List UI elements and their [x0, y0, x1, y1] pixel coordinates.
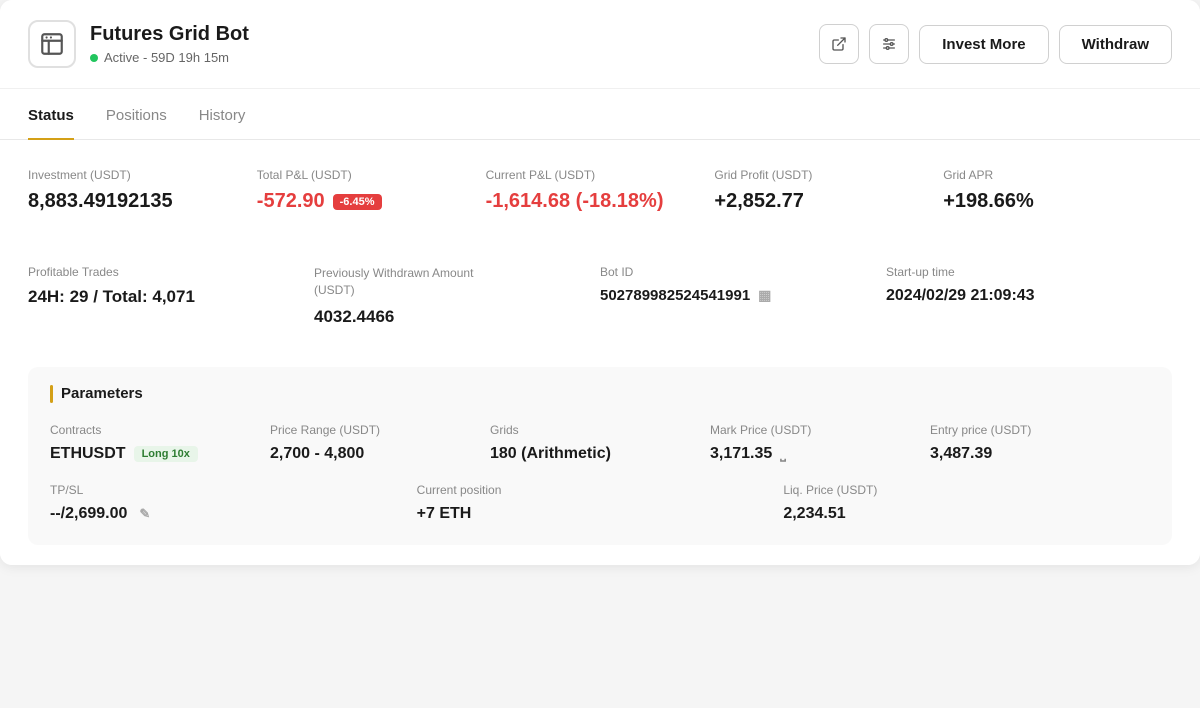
param-mark-price: Mark Price (USDT) 3,171.35 ⎵ — [710, 423, 930, 463]
tab-positions[interactable]: Positions — [106, 89, 167, 140]
param-price-range-value: 2,700 - 4,800 — [270, 445, 478, 463]
param-entry-price-value: 3,487.39 — [930, 445, 1138, 463]
parameters-title: Parameters — [61, 385, 143, 402]
param-tpsl: TP/SL --/2,699.00 ✎ — [50, 483, 417, 523]
param-mark-price-value: 3,171.35 ⎵ — [710, 445, 918, 463]
stat-bot-id-label: Bot ID — [600, 265, 870, 279]
mark-price-icon: ⎵ — [780, 445, 786, 462]
stat-profitable-trades: Profitable Trades 24H: 29 / Total: 4,071 — [28, 265, 314, 351]
stat-grid-apr-value: +198.66% — [943, 190, 1156, 213]
tpsl-edit-button[interactable]: ✎ — [139, 506, 150, 522]
withdraw-button[interactable]: Withdraw — [1059, 25, 1172, 64]
status-text: Active - 59D 19h 15m — [104, 50, 229, 65]
stat-bot-id-value: 502789982524541991 ▦ — [600, 287, 870, 304]
status-dot — [90, 54, 98, 62]
tab-history[interactable]: History — [199, 89, 246, 140]
param-current-position-value: +7 ETH — [417, 505, 772, 523]
param-liq-price: Liq. Price (USDT) 2,234.51 — [783, 483, 1150, 523]
param-liq-price-label: Liq. Price (USDT) — [783, 483, 1138, 497]
param-tpsl-label: TP/SL — [50, 483, 405, 497]
settings-button[interactable] — [869, 24, 909, 64]
tab-status[interactable]: Status — [28, 89, 74, 140]
stat-total-pnl-value: -572.90 -6.45% — [257, 190, 470, 213]
stat-investment-value: 8,883.49192135 — [28, 190, 241, 213]
params-row2: TP/SL --/2,699.00 ✎ Current position +7 … — [50, 483, 1150, 523]
stat-withdrawn-label: Previously Withdrawn Amount (USDT) — [314, 265, 514, 299]
invest-more-button[interactable]: Invest More — [919, 25, 1048, 64]
param-grids-label: Grids — [490, 423, 698, 437]
param-entry-price: Entry price (USDT) 3,487.39 — [930, 423, 1150, 463]
param-tpsl-value: --/2,699.00 ✎ — [50, 505, 405, 523]
stat-startup-time: Start-up time 2024/02/29 21:09:43 — [886, 265, 1172, 351]
stat-grid-profit-label: Grid Profit (USDT) — [714, 168, 927, 182]
bot-status: Active - 59D 19h 15m — [90, 50, 819, 65]
parameters-accent — [50, 385, 53, 403]
stat-total-pnl: Total P&L (USDT) -572.90 -6.45% — [257, 168, 486, 237]
stat-profitable-trades-label: Profitable Trades — [28, 265, 298, 279]
stat-grid-apr-label: Grid APR — [943, 168, 1156, 182]
long-tag: Long 10x — [134, 446, 198, 462]
param-grids: Grids 180 (Arithmetic) — [490, 423, 710, 463]
stat-withdrawn-value: 4032.4466 — [314, 307, 584, 327]
external-link-button[interactable] — [819, 24, 859, 64]
param-grids-value: 180 (Arithmetic) — [490, 445, 698, 463]
header-actions: Invest More Withdraw — [819, 24, 1172, 64]
stat-startup-time-value: 2024/02/29 21:09:43 — [886, 287, 1156, 305]
params-row1: Contracts ETHUSDT Long 10x Price Range (… — [50, 423, 1150, 463]
stat-total-pnl-label: Total P&L (USDT) — [257, 168, 470, 182]
parameters-section: Parameters Contracts ETHUSDT Long 10x Pr… — [28, 367, 1172, 545]
stats-row1: Investment (USDT) 8,883.49192135 Total P… — [28, 168, 1172, 237]
param-current-position: Current position +7 ETH — [417, 483, 784, 523]
param-price-range: Price Range (USDT) 2,700 - 4,800 — [270, 423, 490, 463]
stat-current-pnl-value: -1,614.68 (-18.18%) — [486, 190, 699, 213]
content: Investment (USDT) 8,883.49192135 Total P… — [0, 140, 1200, 565]
stat-grid-apr: Grid APR +198.66% — [943, 168, 1172, 237]
stat-current-pnl-label: Current P&L (USDT) — [486, 168, 699, 182]
param-contracts-value: ETHUSDT Long 10x — [50, 445, 258, 463]
param-current-position-label: Current position — [417, 483, 772, 497]
copy-bot-id-button[interactable]: ▦ — [758, 287, 771, 304]
header: Futures Grid Bot Active - 59D 19h 15m — [0, 0, 1200, 89]
bot-icon — [28, 20, 76, 68]
param-mark-price-label: Mark Price (USDT) — [710, 423, 918, 437]
stat-investment-label: Investment (USDT) — [28, 168, 241, 182]
external-link-icon — [831, 36, 847, 52]
param-contracts: Contracts ETHUSDT Long 10x — [50, 423, 270, 463]
param-contracts-label: Contracts — [50, 423, 258, 437]
bot-title: Futures Grid Bot — [90, 23, 819, 46]
bot-info: Futures Grid Bot Active - 59D 19h 15m — [90, 23, 819, 65]
settings-icon — [881, 36, 897, 52]
stat-investment: Investment (USDT) 8,883.49192135 — [28, 168, 257, 237]
parameters-header: Parameters — [50, 385, 1150, 403]
stat-grid-profit-value: +2,852.77 — [714, 190, 927, 213]
stat-grid-profit: Grid Profit (USDT) +2,852.77 — [714, 168, 943, 237]
param-price-range-label: Price Range (USDT) — [270, 423, 478, 437]
stat-current-pnl: Current P&L (USDT) -1,614.68 (-18.18%) — [486, 168, 715, 237]
stat-bot-id: Bot ID 502789982524541991 ▦ — [600, 265, 886, 351]
stat-profitable-trades-value: 24H: 29 / Total: 4,071 — [28, 287, 298, 307]
stats-row2: Profitable Trades 24H: 29 / Total: 4,071… — [28, 265, 1172, 359]
param-liq-price-value: 2,234.51 — [783, 505, 1138, 523]
tabs: Status Positions History — [0, 89, 1200, 140]
param-entry-price-label: Entry price (USDT) — [930, 423, 1138, 437]
total-pnl-badge: -6.45% — [333, 194, 382, 210]
stat-withdrawn: Previously Withdrawn Amount (USDT) 4032.… — [314, 265, 600, 351]
stat-startup-time-label: Start-up time — [886, 265, 1156, 279]
